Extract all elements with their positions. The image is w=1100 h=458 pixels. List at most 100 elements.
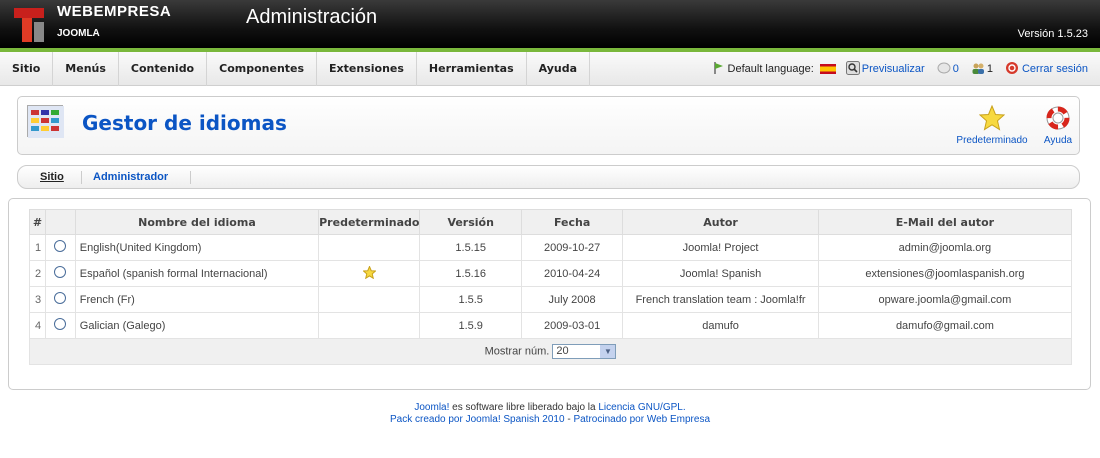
footer-line-1: Joomla! es software libre liberado bajo … [0,402,1100,414]
default-cell [318,286,421,313]
spain-flag-icon [819,64,836,74]
row-radio[interactable] [54,292,67,304]
pack-link[interactable]: Pack creado por Joomla! Spanish 2010 [390,414,565,425]
table-header-row: # Nombre del idioma Predeterminado Versi… [29,209,1073,235]
webempresa-logo [14,4,48,44]
logout-icon[interactable] [1005,61,1019,78]
col-header-num[interactable]: # [29,209,46,235]
table-row: 4 Galician (Galego) 1.5.9 2009-03-01 dam… [29,312,1073,339]
status-bar: Default language: Previsualizar 0 1 Cerr… [713,52,1088,86]
col-header-default[interactable]: Predeterminado [318,209,421,235]
license-link[interactable]: Licencia GNU/GPL. [598,402,685,413]
row-number: 4 [29,312,46,339]
preview-icon[interactable] [845,60,860,78]
language-manager-icon [27,105,64,138]
author-email: damufo@gmail.com [817,312,1073,339]
language-icon [713,61,725,78]
menu-item-ayuda[interactable]: Ayuda [527,52,591,86]
row-select-cell [44,286,76,313]
app-title: Administración [246,6,378,28]
col-header-date[interactable]: Fecha [520,209,624,235]
default-language-label: Default language: [727,63,814,75]
author-email: extensiones@joomlaspanish.org [817,260,1073,287]
language-name: Galician (Galego) [74,312,320,339]
admin-header: WEBEMPRESA JOOMLA Administración Versión… [0,0,1100,48]
show-num-value: 20 [556,345,569,357]
default-star-icon [362,264,377,279]
logout-link[interactable]: Cerrar sesión [1022,63,1088,75]
lifebuoy-icon [1046,106,1070,130]
brand-subtitle: JOOMLA [57,28,100,39]
menu-item-sitio[interactable]: Sitio [0,52,54,86]
pagination-row: Mostrar núm. 20 ▼ [29,338,1072,365]
language-version: 1.5.16 [419,260,522,287]
submenu-administrador[interactable]: Administrador [93,171,168,183]
col-header-name[interactable]: Nombre del idioma [74,209,320,235]
row-select-cell [44,312,76,339]
row-number: 3 [29,286,46,313]
col-header-email[interactable]: E-Mail del autor [817,209,1073,235]
show-num-select[interactable]: 20 ▼ [552,344,617,359]
language-date: July 2008 [520,286,624,313]
menu-item-contenido[interactable]: Contenido [119,52,208,86]
main-menu: Sitio Menús Contenido Componentes Extens… [0,52,591,86]
users-count: 1 [986,63,993,75]
preview-link[interactable]: Previsualizar [862,63,925,75]
show-num-label: Mostrar núm. [484,345,550,358]
language-author: Joomla! Spanish [622,260,819,287]
users-icon [971,62,985,77]
footer-dash: - [567,414,571,425]
messages-count[interactable]: 0 [953,63,959,75]
language-name: French (Fr) [74,286,320,313]
menu-item-herramientas[interactable]: Herramientas [417,52,527,86]
col-header-select [44,209,76,235]
author-email: admin@joomla.org [817,234,1073,261]
pagination-cell: Mostrar núm. 20 ▼ [29,338,1072,365]
languages-table: # Nombre del idioma Predeterminado Versi… [29,209,1073,365]
menu-bar: Sitio Menús Contenido Componentes Extens… [0,52,1100,86]
language-date: 2009-03-01 [520,312,624,339]
menu-item-componentes[interactable]: Componentes [207,52,318,86]
col-header-author[interactable]: Autor [622,209,819,235]
default-button-label: Predeterminado [956,135,1028,146]
author-email: opware.joomla@gmail.com [817,286,1073,313]
brand-name: WEBEMPRESA [57,3,172,20]
row-number: 2 [29,260,46,287]
menu-item-menus[interactable]: Menús [53,52,119,86]
col-header-version[interactable]: Versión [419,209,522,235]
language-version: 1.5.9 [419,312,522,339]
table-row: 2 Español (spanish formal Internacional)… [29,260,1073,287]
row-radio[interactable] [54,318,67,330]
joomla-link[interactable]: Joomla! [414,402,449,413]
language-name: English(United Kingdom) [74,234,320,261]
table-row: 3 French (Fr) 1.5.5 July 2008 French tra… [29,286,1073,313]
help-button[interactable]: Ayuda [1038,105,1078,146]
sponsor-link[interactable]: Patrocinado por Web Empresa [573,414,710,425]
page-footer: Joomla! es software libre liberado bajo … [0,402,1100,426]
language-name: Español (spanish formal Internacional) [74,260,320,287]
row-select-cell [44,234,76,261]
toolbar-box: Gestor de idiomas Predeterminado Ayuda [17,96,1080,155]
language-date: 2009-10-27 [520,234,624,261]
submenu-divider [190,171,191,184]
row-radio[interactable] [54,266,67,278]
footer-text: es software libre liberado bajo la [452,402,596,413]
menu-item-extensiones[interactable]: Extensiones [317,52,417,86]
language-date: 2010-04-24 [520,260,624,287]
language-author: Joomla! Project [622,234,819,261]
default-cell [318,312,421,339]
language-version: 1.5.5 [419,286,522,313]
row-select-cell [44,260,76,287]
language-author: French translation team : Joomla!fr [622,286,819,313]
row-number: 1 [29,234,46,261]
row-radio[interactable] [54,240,67,252]
help-button-label: Ayuda [1043,135,1073,146]
submenu-sitio[interactable]: Sitio [40,171,64,183]
submenu: Sitio Administrador [17,165,1080,189]
submenu-divider [81,171,82,184]
star-icon [979,105,1005,131]
default-button[interactable]: Predeterminado [952,105,1032,146]
default-cell [318,260,421,287]
messages-icon[interactable] [937,62,951,77]
footer-line-2: Pack creado por Joomla! Spanish 2010 - P… [0,414,1100,426]
